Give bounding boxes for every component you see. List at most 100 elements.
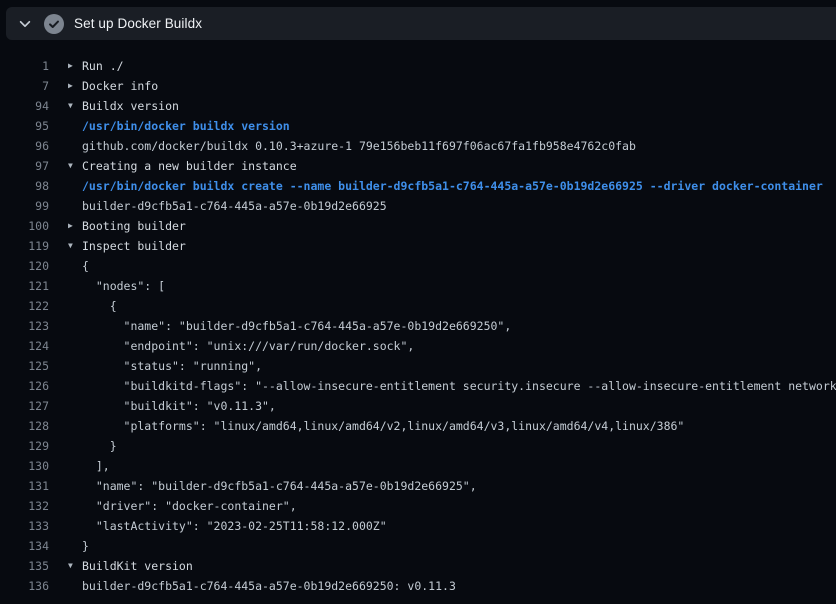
group-label: Inspect builder	[82, 236, 836, 256]
line-number[interactable]: 129	[0, 436, 49, 456]
step-title: Set up Docker Buildx	[74, 16, 202, 31]
log-text: "lastActivity": "2023-02-25T11:58:12.000…	[82, 516, 836, 536]
line-number[interactable]: 131	[0, 476, 49, 496]
triangle-down-icon: ▼	[68, 236, 82, 256]
log-text: "buildkitd-flags": "--allow-insecure-ent…	[82, 376, 836, 396]
log-group-row[interactable]: 7 ▶Docker info	[0, 76, 836, 96]
line-number[interactable]: 119	[0, 236, 49, 256]
log-row: 126 "buildkitd-flags": "--allow-insecure…	[0, 376, 836, 396]
log-text: {	[82, 256, 836, 276]
gutter-spacer	[68, 136, 82, 156]
gutter-spacer	[68, 496, 82, 516]
line-number[interactable]: 130	[0, 456, 49, 476]
gutter-spacer	[68, 316, 82, 336]
line-number[interactable]: 120	[0, 256, 49, 276]
line-number[interactable]: 126	[0, 376, 49, 396]
gutter-spacer	[68, 176, 82, 196]
gutter-spacer	[68, 336, 82, 356]
log-row: 131 "name": "builder-d9cfb5a1-c764-445a-…	[0, 476, 836, 496]
line-number[interactable]: 1	[0, 56, 49, 76]
line-number[interactable]: 125	[0, 356, 49, 376]
gutter-spacer	[68, 576, 82, 596]
line-number[interactable]: 95	[0, 116, 49, 136]
step-header[interactable]: Set up Docker Buildx	[6, 7, 836, 40]
group-label: Run ./	[82, 56, 836, 76]
line-number[interactable]: 136	[0, 576, 49, 596]
line-number[interactable]: 121	[0, 276, 49, 296]
log-row: 99 builder-d9cfb5a1-c764-445a-a57e-0b19d2…	[0, 196, 836, 216]
log-row: 136 builder-d9cfb5a1-c764-445a-a57e-0b19d…	[0, 576, 836, 596]
triangle-right-icon: ▶	[68, 216, 82, 236]
log-row: 129 }	[0, 436, 836, 456]
log-row: 96 github.com/docker/buildx 0.10.3+azure-…	[0, 136, 836, 156]
log-text: "buildkit": "v0.11.3",	[82, 396, 836, 416]
log-row: 123 "name": "builder-d9cfb5a1-c764-445a-…	[0, 316, 836, 336]
log-text: github.com/docker/buildx 0.10.3+azure-1 …	[82, 136, 836, 156]
gutter-spacer	[68, 396, 82, 416]
log-group-row[interactable]: 1 ▶Run ./	[0, 56, 836, 76]
log-text: builder-d9cfb5a1-c764-445a-a57e-0b19d2e6…	[82, 576, 836, 596]
line-number[interactable]: 100	[0, 216, 49, 236]
line-number[interactable]: 7	[0, 76, 49, 96]
log-group-row[interactable]: 100 ▶Booting builder	[0, 216, 836, 236]
gutter-spacer	[68, 516, 82, 536]
log-text: /usr/bin/docker buildx create --name bui…	[82, 176, 836, 196]
gutter-spacer	[68, 416, 82, 436]
log-row: 124 "endpoint": "unix:///var/run/docker.…	[0, 336, 836, 356]
log-text: builder-d9cfb5a1-c764-445a-a57e-0b19d2e6…	[82, 196, 836, 216]
log-text: }	[82, 436, 836, 456]
line-number[interactable]: 134	[0, 536, 49, 556]
log-row: 133 "lastActivity": "2023-02-25T11:58:12…	[0, 516, 836, 536]
log-group-row[interactable]: 97 ▼Creating a new builder instance	[0, 156, 836, 176]
line-number[interactable]: 123	[0, 316, 49, 336]
log-row: 134}	[0, 536, 836, 556]
line-number[interactable]: 135	[0, 556, 49, 576]
log-text: "name": "builder-d9cfb5a1-c764-445a-a57e…	[82, 316, 836, 336]
line-number[interactable]: 132	[0, 496, 49, 516]
log-row: 125 "status": "running",	[0, 356, 836, 376]
line-number[interactable]: 98	[0, 176, 49, 196]
log-row: 128 "platforms": "linux/amd64,linux/amd6…	[0, 416, 836, 436]
log-text: "nodes": [	[82, 276, 836, 296]
line-number[interactable]: 97	[0, 156, 49, 176]
gutter-spacer	[68, 436, 82, 456]
log-text: {	[82, 296, 836, 316]
triangle-right-icon: ▶	[68, 56, 82, 76]
log-group-row[interactable]: 119 ▼Inspect builder	[0, 236, 836, 256]
group-label: Buildx version	[82, 96, 836, 116]
group-label: Creating a new builder instance	[82, 156, 836, 176]
group-label: Booting builder	[82, 216, 836, 236]
log-text: ],	[82, 456, 836, 476]
log-text: /usr/bin/docker buildx version	[82, 116, 836, 136]
group-label: Docker info	[82, 76, 836, 96]
line-number[interactable]: 122	[0, 296, 49, 316]
gutter-spacer	[68, 196, 82, 216]
line-number[interactable]: 124	[0, 336, 49, 356]
triangle-down-icon: ▼	[68, 556, 82, 576]
log-row: 120 {	[0, 256, 836, 276]
gutter-spacer	[68, 476, 82, 496]
triangle-right-icon: ▶	[68, 76, 82, 96]
gutter-spacer	[68, 116, 82, 136]
line-number[interactable]: 99	[0, 196, 49, 216]
chevron-down-icon[interactable]	[18, 17, 32, 31]
log-group-row[interactable]: 135 ▼BuildKit version	[0, 556, 836, 576]
line-number[interactable]: 96	[0, 136, 49, 156]
line-number[interactable]: 127	[0, 396, 49, 416]
log-text: "driver": "docker-container",	[82, 496, 836, 516]
log-text: "name": "builder-d9cfb5a1-c764-445a-a57e…	[82, 476, 836, 496]
log-text: "platforms": "linux/amd64,linux/amd64/v2…	[82, 416, 836, 436]
log-row: 98/usr/bin/docker buildx create --name b…	[0, 176, 836, 196]
log-group-row[interactable]: 94 ▼Buildx version	[0, 96, 836, 116]
group-label: BuildKit version	[82, 556, 836, 576]
gutter-spacer	[68, 356, 82, 376]
line-number[interactable]: 128	[0, 416, 49, 436]
log-text: "status": "running",	[82, 356, 836, 376]
log-lines: 1▶Run ./7▶Docker info94▼Buildx version95…	[0, 56, 836, 596]
gutter-spacer	[68, 536, 82, 556]
line-number[interactable]: 94	[0, 96, 49, 116]
log-row: 130 ],	[0, 456, 836, 476]
triangle-down-icon: ▼	[68, 156, 82, 176]
line-number[interactable]: 133	[0, 516, 49, 536]
triangle-down-icon: ▼	[68, 96, 82, 116]
